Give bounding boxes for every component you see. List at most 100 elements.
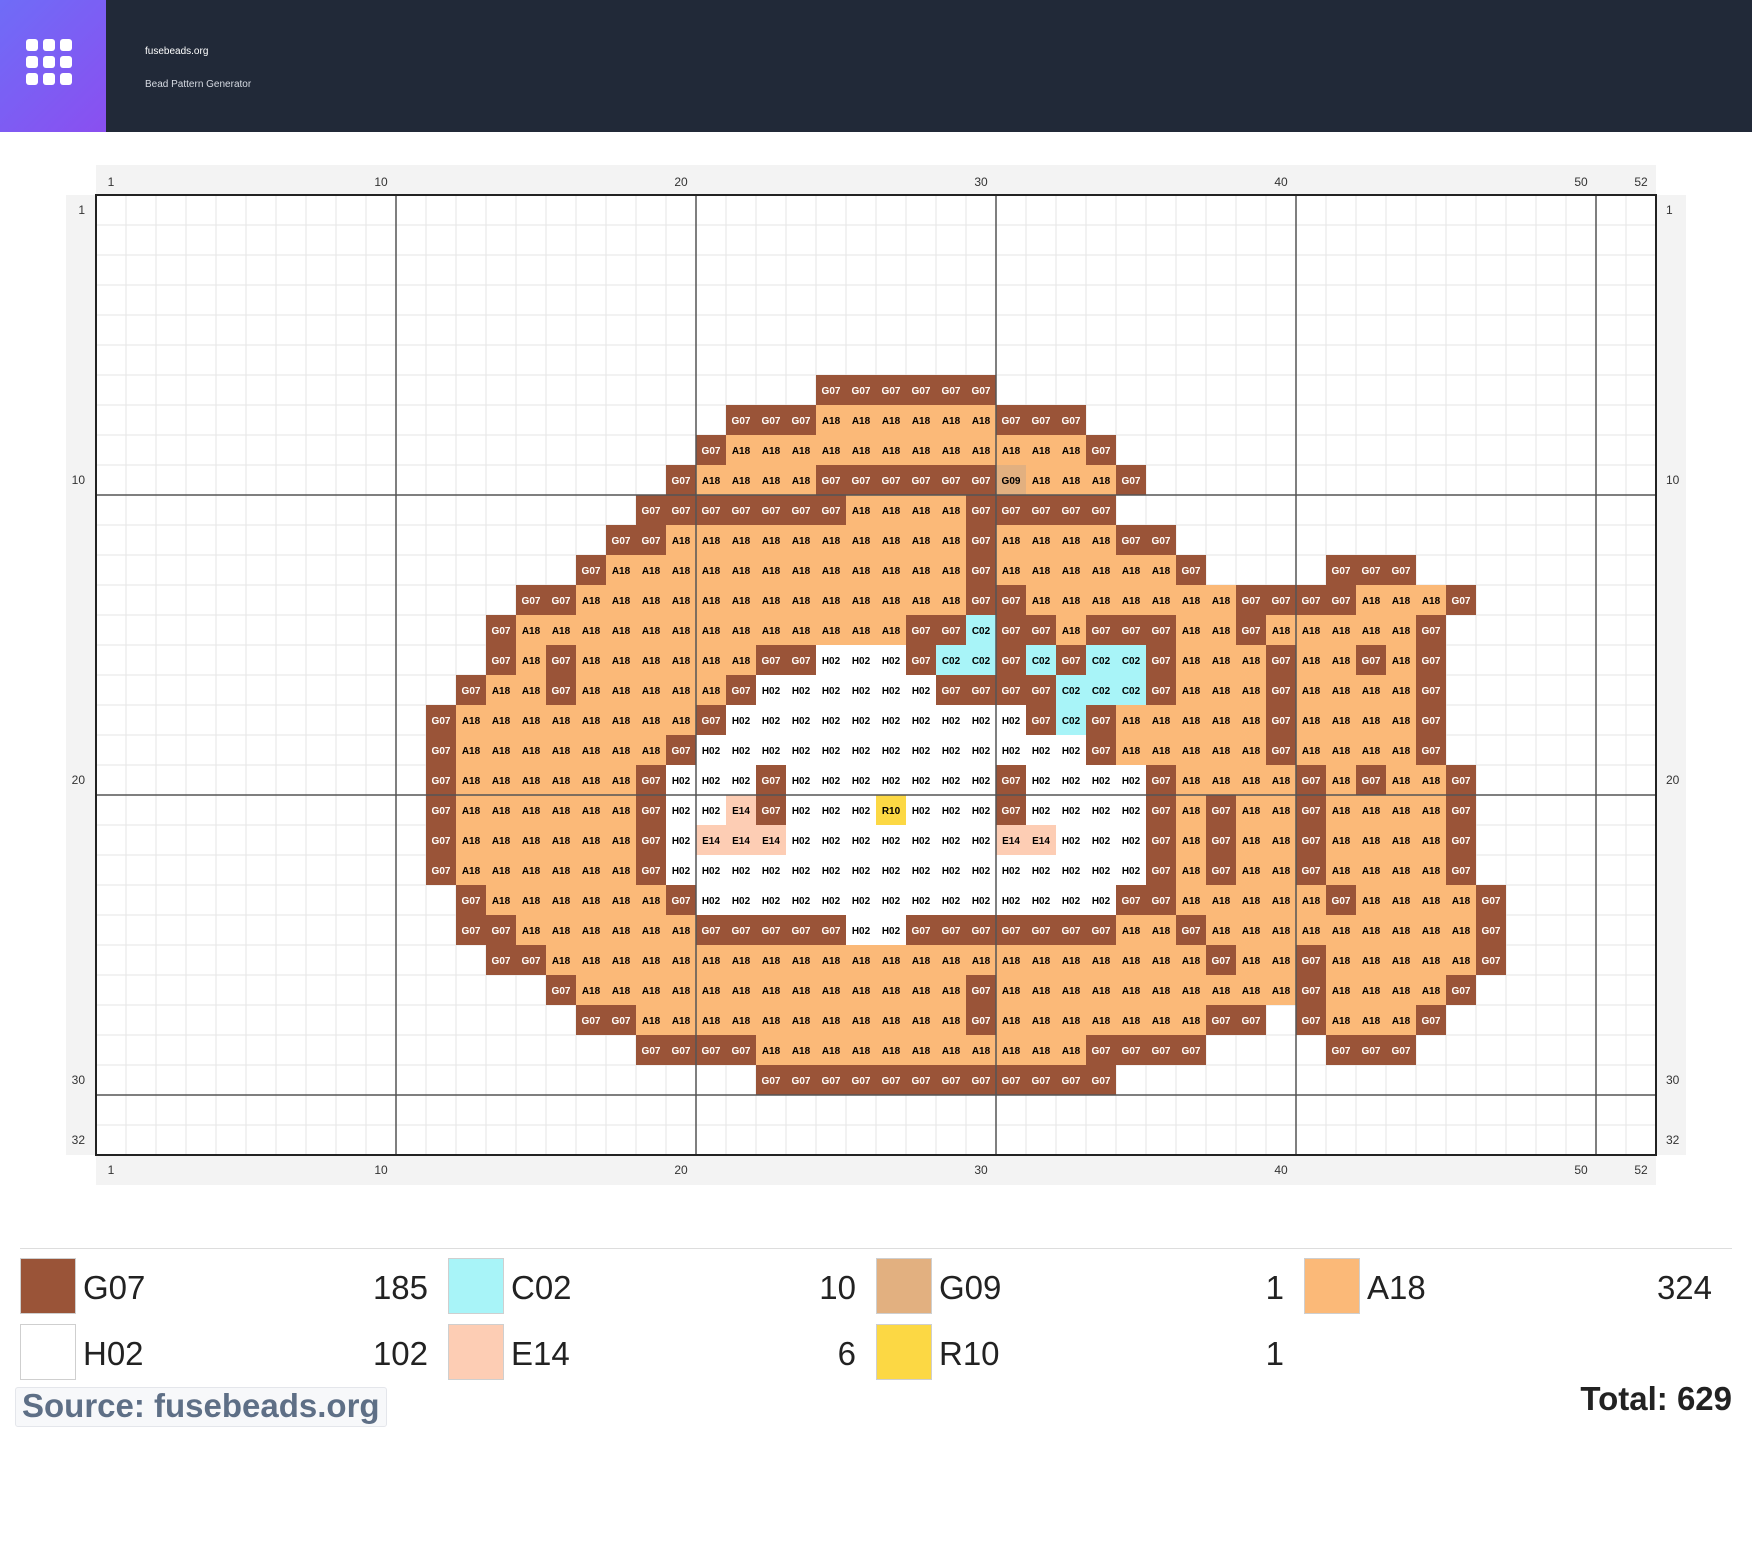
bead-label: G07 bbox=[1212, 1016, 1231, 1027]
bead-label: A18 bbox=[762, 536, 781, 547]
bead-label: H02 bbox=[822, 836, 841, 847]
bead-label: A18 bbox=[612, 956, 631, 967]
bead-label: H02 bbox=[1122, 776, 1141, 787]
y-tick-label: 1 bbox=[1666, 203, 1673, 217]
bead-label: A18 bbox=[732, 626, 751, 637]
bead-label: G07 bbox=[582, 1016, 601, 1027]
bead-label: A18 bbox=[822, 1016, 841, 1027]
right-ruler bbox=[1656, 195, 1686, 1155]
bead-label: A18 bbox=[942, 536, 961, 547]
bead-label: G07 bbox=[1092, 716, 1111, 727]
bead-label: C02 bbox=[1092, 686, 1111, 697]
bead-label: A18 bbox=[1332, 956, 1351, 967]
bead-label: A18 bbox=[1182, 956, 1201, 967]
bead-label: G07 bbox=[912, 626, 931, 637]
bead-label: E14 bbox=[1032, 836, 1050, 847]
bead-label: A18 bbox=[642, 566, 661, 577]
source-link[interactable]: Source: fusebeads.org bbox=[15, 1387, 387, 1427]
bead-label: A18 bbox=[1212, 716, 1231, 727]
bead-label: A18 bbox=[1002, 956, 1021, 967]
bead-label: G07 bbox=[492, 626, 511, 637]
bead-label: A18 bbox=[1032, 596, 1051, 607]
bead-label: G07 bbox=[672, 476, 691, 487]
bead-label: A18 bbox=[792, 956, 811, 967]
bead-label: A18 bbox=[1302, 656, 1321, 667]
bead-label: G07 bbox=[1032, 626, 1051, 637]
bead-label: G07 bbox=[1452, 986, 1471, 997]
bead-label: G07 bbox=[1482, 896, 1501, 907]
bead-label: G07 bbox=[1152, 686, 1171, 697]
bead-label: A18 bbox=[1152, 986, 1171, 997]
bead-label: A18 bbox=[1182, 866, 1201, 877]
bead-label: A18 bbox=[1272, 626, 1291, 637]
bead-label: A18 bbox=[882, 566, 901, 577]
bead-label: A18 bbox=[492, 686, 511, 697]
bead-label: A18 bbox=[1362, 986, 1381, 997]
bead-label: A18 bbox=[552, 746, 571, 757]
bead-label: G07 bbox=[672, 506, 691, 517]
bead-label: G09 bbox=[1002, 476, 1021, 487]
bead-label: H02 bbox=[1062, 806, 1081, 817]
bead-label: H02 bbox=[792, 866, 811, 877]
bead-label: G07 bbox=[702, 926, 721, 937]
bead-count: 324 bbox=[1656, 1269, 1712, 1306]
bead-label: A18 bbox=[1242, 956, 1261, 967]
bead-label: A18 bbox=[762, 446, 781, 457]
bead-label: H02 bbox=[732, 896, 751, 907]
bead-label: G07 bbox=[732, 1046, 751, 1057]
bead-label: G07 bbox=[1302, 596, 1321, 607]
bead-label: A18 bbox=[522, 896, 541, 907]
source-text: Source: fusebeads.org bbox=[22, 1387, 380, 1424]
bead-label: H02 bbox=[912, 686, 931, 697]
bead-label: G07 bbox=[1452, 836, 1471, 847]
bead-label: G07 bbox=[1422, 656, 1441, 667]
bead-label: A18 bbox=[702, 986, 721, 997]
bead-label: A18 bbox=[912, 596, 931, 607]
bead-label: A18 bbox=[612, 986, 631, 997]
bead-label: A18 bbox=[1002, 566, 1021, 577]
bead-label: A18 bbox=[522, 686, 541, 697]
bead-label: A18 bbox=[1182, 656, 1201, 667]
bead-label: A18 bbox=[1122, 566, 1141, 577]
bead-label: A18 bbox=[642, 986, 661, 997]
bead-label: H02 bbox=[882, 656, 901, 667]
bead-label: A18 bbox=[1362, 1016, 1381, 1027]
bead-label: H02 bbox=[702, 746, 721, 757]
bead-label: A18 bbox=[1122, 716, 1141, 727]
bead-label: A18 bbox=[1032, 986, 1051, 997]
bead-label: A18 bbox=[1392, 626, 1411, 637]
bead-label: H02 bbox=[732, 866, 751, 877]
bead-label: A18 bbox=[522, 866, 541, 877]
bead-label: H02 bbox=[942, 836, 961, 847]
bead-label: G07 bbox=[1152, 656, 1171, 667]
bead-label: A18 bbox=[1002, 1046, 1021, 1057]
bead-label: C02 bbox=[1062, 686, 1081, 697]
bead-label: A18 bbox=[1332, 926, 1351, 937]
bead-label: G07 bbox=[1032, 686, 1051, 697]
bead-label: H02 bbox=[1002, 896, 1021, 907]
bead-label: G07 bbox=[1422, 626, 1441, 637]
bead-label: A18 bbox=[1242, 896, 1261, 907]
bead-label: A18 bbox=[1362, 686, 1381, 697]
bead-label: H02 bbox=[822, 866, 841, 877]
bead-label: G07 bbox=[942, 686, 961, 697]
bead-label: A18 bbox=[582, 716, 601, 727]
bead-label: H02 bbox=[1032, 896, 1051, 907]
bead-label: H02 bbox=[702, 896, 721, 907]
bead-label: A18 bbox=[972, 956, 991, 967]
bead-label: G07 bbox=[1092, 446, 1111, 457]
legend-divider bbox=[20, 1248, 1732, 1249]
bead-label: H02 bbox=[1092, 896, 1111, 907]
bead-label: G07 bbox=[702, 716, 721, 727]
bead-label: A18 bbox=[1122, 986, 1141, 997]
bead-label: A18 bbox=[492, 896, 511, 907]
bead-pattern-grid: G07 G07 G07 G07 G07 G07 G07 G07 G07 A18 A18 A18 A18 A… bbox=[66, 165, 1686, 1185]
bead-label: G07 bbox=[1122, 896, 1141, 907]
bead-label: G07 bbox=[822, 1076, 841, 1087]
bead-label: G07 bbox=[1092, 1076, 1111, 1087]
bead-label: G07 bbox=[1092, 506, 1111, 517]
bead-label: A18 bbox=[1032, 1046, 1051, 1057]
color-swatch bbox=[20, 1258, 76, 1314]
bead-label: H02 bbox=[1032, 806, 1051, 817]
bead-label: A18 bbox=[852, 596, 871, 607]
